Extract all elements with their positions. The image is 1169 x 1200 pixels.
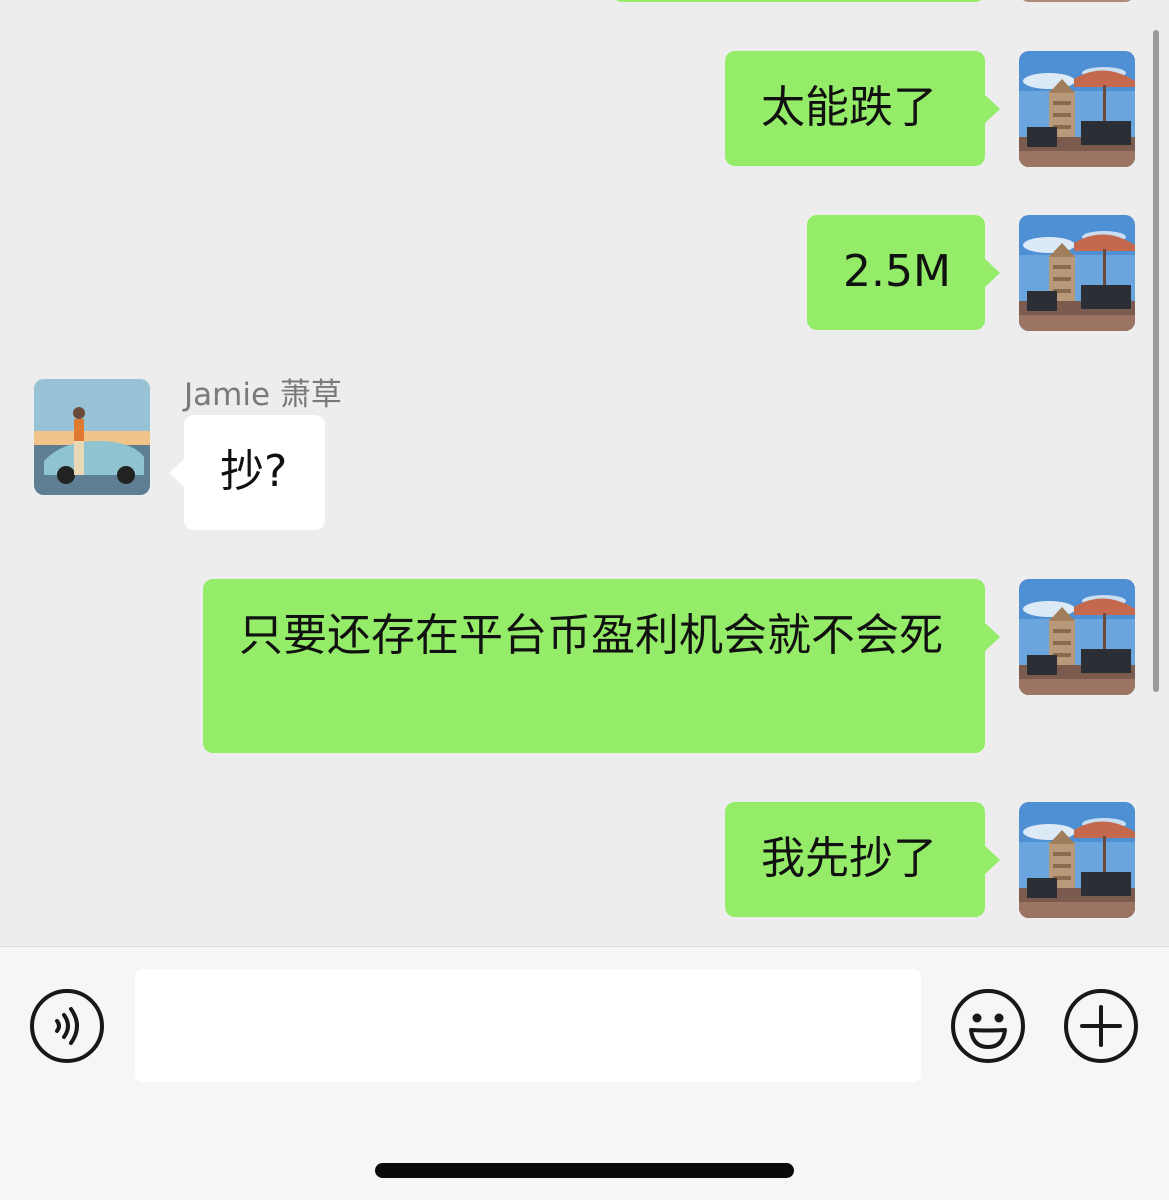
message-row: 我先抄了	[0, 802, 1169, 918]
sender-name: Jamie 萧草	[184, 377, 342, 413]
my-avatar[interactable]	[1019, 51, 1135, 167]
contact-avatar[interactable]	[34, 379, 150, 495]
my-avatar[interactable]	[1019, 802, 1135, 918]
my-avatar[interactable]	[1019, 215, 1135, 331]
message-input[interactable]	[135, 969, 921, 1082]
message-bubble[interactable]: 只要还存在平台币盈利机会就不会死	[203, 579, 1000, 753]
message-bubble-partial[interactable]	[612, 0, 985, 2]
message-bubble[interactable]: 我先抄了	[725, 802, 1000, 917]
message-bubble[interactable]: 太能跌了	[725, 51, 1000, 166]
message-text: 2.5M	[843, 246, 951, 297]
message-bubble[interactable]: 2.5M	[807, 215, 1000, 330]
voice-icon[interactable]	[28, 987, 106, 1065]
message-row: 2.5M	[0, 215, 1169, 331]
my-avatar[interactable]	[1019, 579, 1135, 695]
message-text: 太能跌了	[761, 82, 937, 133]
my-avatar-partial[interactable]	[1019, 0, 1135, 2]
message-text: 我先抄了	[761, 833, 937, 884]
input-bar	[0, 946, 1169, 1200]
my-avatar-image	[1019, 51, 1135, 167]
emoji-icon[interactable]	[949, 987, 1027, 1065]
message-row: Jamie 萧草 抄?	[0, 377, 1169, 531]
message-row: 太能跌了	[0, 51, 1169, 167]
message-list[interactable]: 太能跌了 2.5M Jamie 萧草 抄? 只要还存在平台币盈利机会就不会死 我…	[0, 0, 1169, 946]
message-bubble[interactable]: 抄?	[169, 415, 325, 530]
plus-icon[interactable]	[1062, 987, 1140, 1065]
message-text: 只要还存在平台币盈利机会就不会死	[239, 610, 943, 661]
scrollbar[interactable]	[1153, 30, 1159, 692]
chat-screen: 太能跌了 2.5M Jamie 萧草 抄? 只要还存在平台币盈利机会就不会死 我…	[0, 0, 1169, 1200]
message-row: 只要还存在平台币盈利机会就不会死	[0, 579, 1169, 754]
message-text: 抄?	[220, 446, 288, 497]
home-indicator[interactable]	[375, 1163, 794, 1178]
